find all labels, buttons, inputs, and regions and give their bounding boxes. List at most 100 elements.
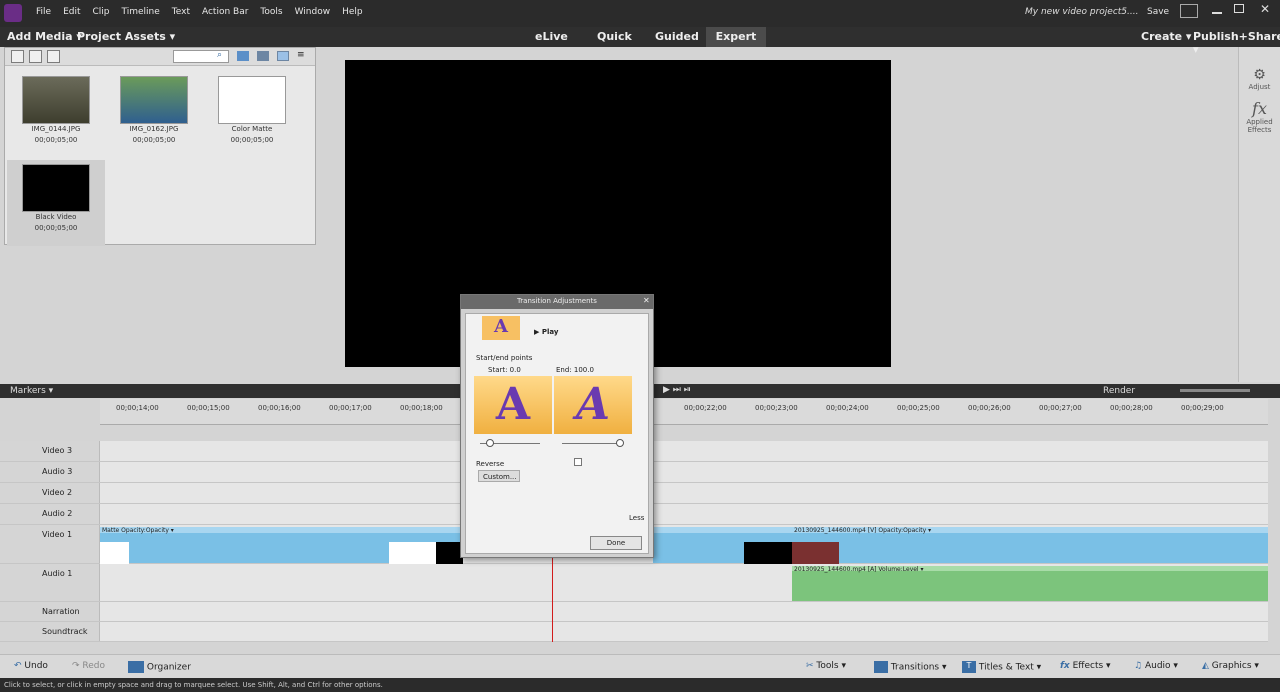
track-header: Soundtrack [0,622,100,641]
tab-guided[interactable]: Guided [655,30,699,43]
redo-button[interactable]: ↷ Redo [72,661,105,671]
new-folder-icon[interactable] [237,51,249,61]
close-icon[interactable]: ✕ [1260,2,1270,16]
panel-menu-icon[interactable]: ≡ [297,50,305,60]
transitions-button[interactable]: Transitions ▾ [874,661,946,673]
end-slider-handle[interactable] [616,439,624,447]
fx-icon: fx [1060,661,1070,671]
track-header: Audio 1 [0,564,100,601]
video-clip[interactable] [653,527,792,569]
save-button[interactable]: Save [1147,7,1169,17]
video-clip[interactable] [363,527,463,569]
start-end-label: Start/end points [476,354,533,362]
play-label: Play [541,328,559,336]
track-audio-1[interactable]: Audio 1 20130925_144600.mp4 [A] Volume:L… [0,564,1268,602]
dialog-close-icon[interactable]: ✕ [643,296,650,305]
asset-item[interactable]: Black Video 00;00;05;00 [7,160,105,246]
create-button[interactable]: Create ▾ [1141,30,1191,43]
tab-quick[interactable]: Quick [597,30,632,43]
track-label: Audio 2 [42,509,73,518]
menu-timeline[interactable]: Timeline [122,7,160,17]
maximize-icon[interactable] [1234,4,1244,13]
track-soundtrack[interactable]: Soundtrack [0,622,1268,642]
start-slider-handle[interactable] [486,439,494,447]
menu-help[interactable]: Help [342,7,363,17]
undo-icon: ↶ [14,661,22,671]
menu-tools[interactable]: Tools [260,7,282,17]
tick-label: 00;00;26;00 [968,404,1011,412]
organizer-button[interactable]: Organizer [128,661,191,673]
menu-window[interactable]: Window [295,7,331,17]
menu-edit[interactable]: Edit [63,7,80,17]
track-header: Video 3 [0,441,100,461]
project-title: My new video project5.... [1025,7,1139,17]
render-button[interactable]: Render [1103,386,1135,396]
clip-label: 20130925_144600.mp4 [V] Opacity:Opacity … [794,527,932,534]
adjust-label[interactable]: Adjust [1239,83,1280,91]
menu-file[interactable]: File [36,7,51,17]
search-icon[interactable]: ⌕ [217,50,222,60]
track-label: Audio 1 [42,569,73,578]
titles-icon: T [962,661,976,673]
undo-button[interactable]: ↶ Undo [14,661,48,671]
redo-icon: ↷ [72,661,80,671]
track-label: Video 1 [42,530,73,539]
audio-filter-icon[interactable] [47,50,60,63]
tick-label: 00;00;16;00 [258,404,301,412]
playback-controls[interactable]: ▶ ⏭ ⏯ [663,385,691,395]
tick-label: 00;00;15;00 [187,404,230,412]
zoom-slider[interactable] [1180,389,1250,392]
tick-label: 00;00;14;00 [116,404,159,412]
delete-icon[interactable] [257,51,269,61]
pointer-tool-icon[interactable] [277,51,289,61]
list-view-icon[interactable] [11,50,24,63]
tick-label: 00;00;23;00 [755,404,798,412]
audio-button[interactable]: ♫ Audio ▾ [1134,661,1178,671]
menu-clip[interactable]: Clip [93,7,110,17]
done-button[interactable]: Done [590,536,642,550]
menu-text[interactable]: Text [172,7,190,17]
track-header: Audio 3 [0,462,100,482]
custom-button[interactable]: Custom... [478,470,520,482]
track-narration[interactable]: Narration [0,602,1268,622]
graphics-button[interactable]: ◭ Graphics ▾ [1202,661,1259,671]
asset-item[interactable]: IMG_0162.JPG 00;00;05;00 [105,72,203,158]
project-assets-button[interactable]: Project Assets ▾ [77,30,175,43]
asset-duration: 00;00;05;00 [34,136,78,144]
tools-button[interactable]: ✂ Tools ▾ [806,661,846,671]
titles-text-button[interactable]: T Titles & Text ▾ [962,661,1041,673]
add-media-button[interactable]: Add Media ▾ [7,30,82,43]
tab-elive[interactable]: eLive [535,30,568,43]
asset-duration: 00;00;05;00 [230,136,274,144]
bottom-toolbar: ↶ Undo ↷ Redo Organizer ✂ Tools ▾ Transi… [0,654,1280,678]
video-clip[interactable]: 20130925_144600.mp4 [V] Opacity:Opacity … [792,527,1268,569]
titles-label: Titles & Text ▾ [978,662,1042,673]
effects-button[interactable]: fx Effects ▾ [1060,661,1111,671]
tick-label: 00;00;27;00 [1039,404,1082,412]
time-ruler[interactable]: 00;00;14;00 00;00;15;00 00;00;16;00 00;0… [100,399,1268,425]
asset-item[interactable]: IMG_0144.JPG 00;00;05;00 [7,72,105,158]
asset-duration: 00;00;05;00 [132,136,176,144]
applied-effects-label[interactable]: Applied Effects [1239,118,1280,134]
play-button[interactable]: ▶ Play [534,328,558,336]
less-button[interactable]: Less [629,514,644,522]
minimize-icon[interactable] [1212,12,1222,14]
video-clip[interactable]: Matte Opacity:Opacity ▾ [100,527,363,569]
clip-label: Matte Opacity:Opacity ▾ [102,527,174,534]
reverse-checkbox[interactable] [574,458,582,466]
audio-clip[interactable]: 20130925_144600.mp4 [A] Volume:Level ▾ [792,566,1268,601]
adjust-icon[interactable]: ⚙ [1239,67,1280,83]
right-panel-bar: ⚙ Adjust fx Applied Effects [1238,47,1280,382]
fullscreen-icon[interactable] [1180,4,1198,18]
tab-expert[interactable]: Expert [706,27,766,47]
tick-label: 00;00;17;00 [329,404,372,412]
asset-item[interactable]: Color Matte 00;00;05;00 [203,72,301,158]
asset-thumbnail [22,164,90,212]
tick-label: 00;00;18;00 [400,404,443,412]
fx-icon[interactable]: fx [1239,99,1280,118]
menu-action-bar[interactable]: Action Bar [202,7,248,17]
end-slider[interactable] [562,443,622,444]
markers-menu[interactable]: Markers ▾ [10,386,53,396]
transitions-label: Transitions ▾ [890,662,947,673]
image-filter-icon[interactable] [29,50,42,63]
